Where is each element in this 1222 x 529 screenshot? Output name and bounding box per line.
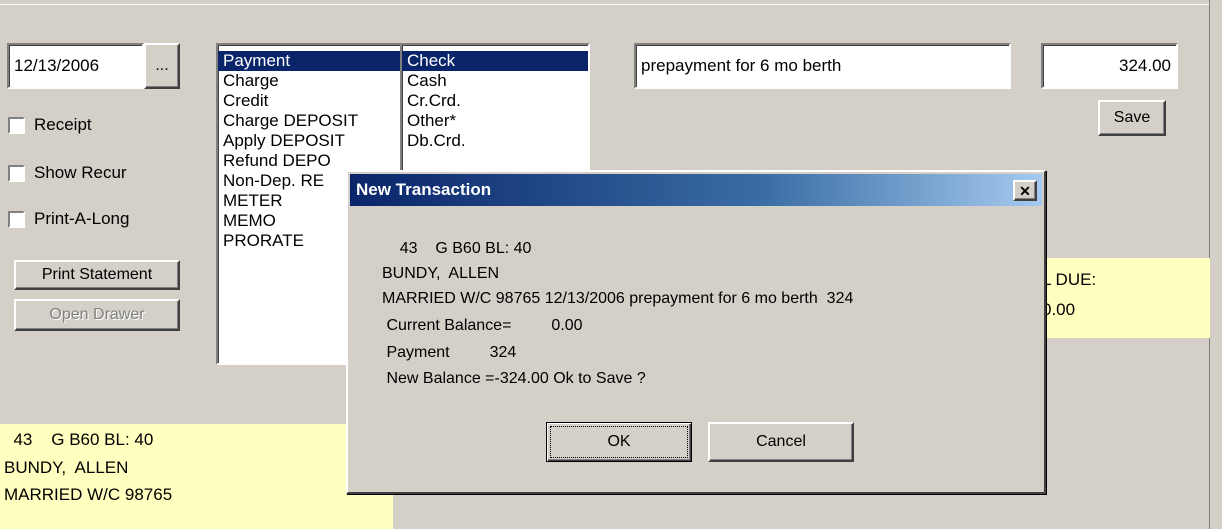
list-item[interactable]: Payment [218, 51, 400, 71]
print-a-long-checkbox-row[interactable]: Print-A-Long [8, 208, 129, 230]
amount-input[interactable]: 324.00 [1041, 43, 1178, 89]
customer-info-line: 43 G B60 BL: 40 [4, 430, 154, 449]
save-button[interactable]: Save [1098, 100, 1166, 136]
window-top-edge [0, 0, 1210, 5]
print-a-long-checkbox[interactable] [8, 210, 25, 228]
receipt-checkbox-row[interactable]: Receipt [8, 114, 92, 136]
description-value: prepayment for 6 mo berth [641, 56, 842, 75]
open-drawer-button[interactable]: Open Drawer [14, 299, 180, 331]
total-due-label: L DUE: [1042, 270, 1097, 289]
list-item[interactable]: Check [402, 51, 588, 71]
dialog-message-line: New Balance =-324.00 Ok to Save ? [382, 370, 646, 387]
list-item[interactable]: Apply DEPOSIT [218, 131, 400, 151]
total-due-panel: L DUE: 0.00 [1030, 258, 1210, 338]
list-item[interactable]: Refund DEPO [218, 151, 400, 171]
receipt-checkbox[interactable] [8, 116, 25, 134]
dialog-message-line: 43 G B60 BL: 40 [382, 240, 532, 257]
list-item[interactable]: Cash [402, 71, 588, 91]
print-a-long-label: Print-A-Long [34, 209, 130, 228]
close-glyph: ✕ [1019, 182, 1031, 199]
list-item[interactable]: Charge [218, 71, 400, 91]
new-transaction-dialog: New Transaction ✕ 43 G B60 BL: 40 BUNDY,… [346, 170, 1046, 494]
show-recur-checkbox[interactable] [8, 164, 25, 182]
show-recur-label: Show Recur [34, 163, 127, 182]
customer-info-line: BUNDY, ALLEN [4, 458, 129, 477]
list-item[interactable]: Charge DEPOSIT [218, 111, 400, 131]
dialog-message-line: BUNDY, ALLEN [382, 265, 500, 282]
open-drawer-label: Open Drawer [49, 306, 145, 323]
date-picker-button[interactable]: ... [144, 43, 180, 89]
dialog-message-line: Current Balance= 0.00 [382, 317, 583, 334]
list-item[interactable]: Cr.Crd. [402, 91, 588, 111]
print-statement-label: Print Statement [41, 266, 153, 283]
date-value: 12/13/2006 [14, 56, 100, 75]
print-statement-button[interactable]: Print Statement [14, 260, 180, 290]
date-input[interactable]: 12/13/2006 [7, 43, 144, 89]
date-picker-label: ... [155, 57, 169, 74]
dialog-title: New Transaction [356, 180, 492, 199]
total-due-value: 0.00 [1042, 300, 1076, 319]
receipt-label: Receipt [34, 115, 92, 134]
customer-info-line: MARRIED W/C 98765 [4, 485, 173, 504]
description-input[interactable]: prepayment for 6 mo berth [634, 43, 1011, 89]
list-item[interactable]: Other* [402, 111, 588, 131]
dialog-message-line: MARRIED W/C 98765 12/13/2006 prepayment … [382, 290, 854, 307]
dialog-titlebar[interactable]: New Transaction ✕ [350, 174, 1042, 206]
show-recur-checkbox-row[interactable]: Show Recur [8, 162, 127, 184]
save-label: Save [1113, 109, 1151, 126]
dialog-message-line: Payment 324 [382, 344, 517, 361]
cancel-label: Cancel [756, 433, 806, 450]
ok-label: OK [607, 433, 631, 450]
amount-value: 324.00 [1119, 56, 1171, 75]
close-icon[interactable]: ✕ [1013, 180, 1037, 201]
customer-info-panel: 43 G B60 BL: 40 BUNDY, ALLEN MARRIED W/C… [0, 424, 393, 529]
list-item[interactable]: Credit [218, 91, 400, 111]
list-item[interactable]: Db.Crd. [402, 131, 588, 151]
ok-button[interactable]: OK [546, 422, 692, 462]
cancel-button[interactable]: Cancel [708, 422, 854, 462]
